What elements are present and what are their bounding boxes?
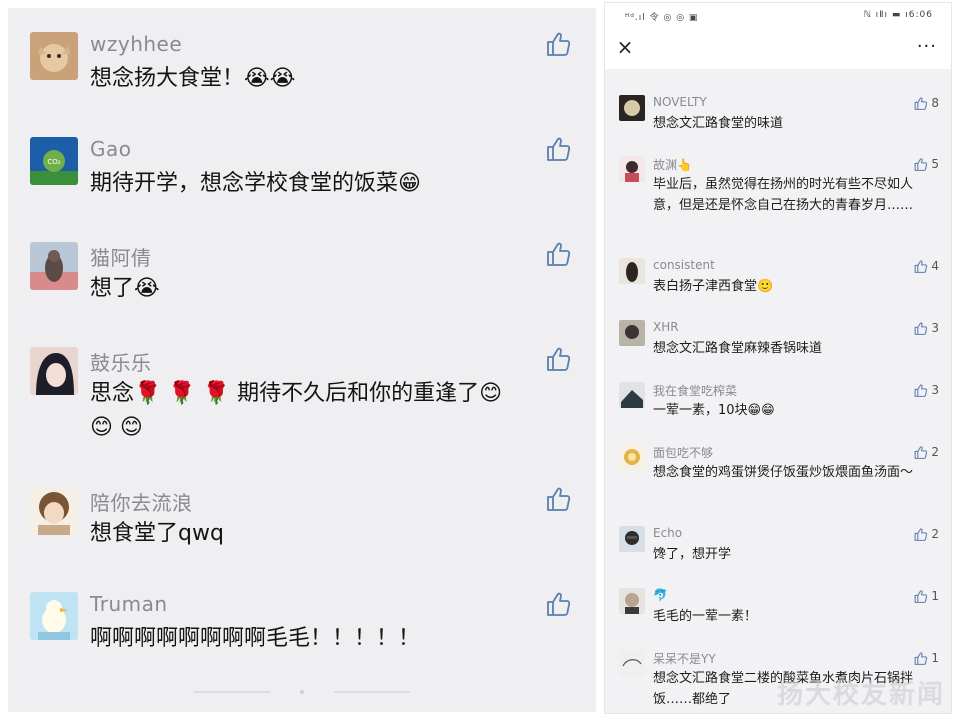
comment-text: 想念文汇路食堂的味道 [653,116,784,131]
like-button[interactable]: 2 [913,526,939,542]
thumbs-up-icon[interactable] [544,240,572,268]
like-button[interactable]: 1 [913,650,939,666]
avatar[interactable] [619,650,645,676]
avatar[interactable] [30,242,78,290]
comment-text-line: 思念🌹 🌹 🌹 期待不久后和你的重逢了😊 [90,381,503,406]
left-comment-panel: wzyhhee 想念扬大食堂！😭😭 CO₂ Gao 期待开学，想念学校食堂的饭菜… [8,8,596,712]
watermark: 扬大校友新闻 [776,680,945,710]
like-count: 2 [931,527,939,541]
like-count: 3 [931,321,939,335]
avatar[interactable] [619,258,645,284]
avatar[interactable] [619,444,645,470]
like-button[interactable]: 5 [913,156,939,172]
comment-text-line: 😊 😊 [90,415,143,440]
thumbs-up-icon[interactable] [544,485,572,513]
like-count: 3 [931,383,939,397]
like-button[interactable]: 3 [913,382,939,398]
comment-author[interactable]: Gao [90,137,132,161]
comment-author[interactable]: 陪你去流浪 [90,487,193,516]
comment-item: 鼓乐乐 思念🌹 🌹 🌹 期待不久后和你的重逢了😊 😊 😊 [8,329,596,469]
comment-text: 馋了，想开学 [653,547,732,562]
comment-author[interactable]: Echo [653,526,682,540]
comment-author[interactable]: NOVELTY [653,95,707,109]
avatar[interactable] [30,32,78,80]
nav-bar: × ··· [605,27,951,69]
thumbs-up-icon[interactable] [544,345,572,373]
like-button[interactable]: 1 [913,588,939,604]
like-button[interactable]: 8 [913,95,939,111]
page-indicator [8,690,596,694]
comment-author[interactable]: 🐬 [653,588,668,602]
avatar[interactable] [619,526,645,552]
comment-item: 猫阿倩 想了😭 [8,224,596,329]
page-indicator-bar [194,691,270,693]
thumbs-up-icon [914,445,928,459]
like-button[interactable]: 2 [913,444,939,460]
comment-author[interactable]: consistent [653,258,715,272]
comment-text: 一荤一素，10块😁😁 [653,403,775,418]
status-bar-left: ᴴᵈ.ıl 令 ◎ ◎ ▣ [625,13,699,23]
comment-text: 毛毛的一荤一素！ [653,609,758,624]
comment-author[interactable]: wzyhhee [90,32,182,56]
avatar[interactable] [30,487,78,535]
avatar[interactable] [30,592,78,640]
avatar[interactable] [619,156,645,182]
avatar[interactable] [619,588,645,614]
status-bar-right: ℕ ıⅡı ▬ ı6:06 [863,10,933,20]
comment-text: 啊啊啊啊啊啊啊啊毛毛！！！！！ [90,626,421,651]
comment-author[interactable]: 猫阿倩 [90,242,152,271]
comment-author[interactable]: 故渊👆 [653,156,692,173]
thumbs-up-icon [914,527,928,541]
comment-author[interactable]: 面包吃不够 [653,444,713,461]
avatar[interactable]: CO₂ [30,137,78,185]
comment-item: wzyhhee 想念扬大食堂！😭😭 [8,14,596,119]
comment-text: 期待开学，想念学校食堂的饭菜😁 [90,171,421,196]
close-icon[interactable]: × [613,35,637,59]
comment-item: CO₂ Gao 期待开学，想念学校食堂的饭菜😁 [8,119,596,224]
thumbs-up-icon [914,651,928,665]
thumbs-up-icon [914,96,928,110]
page-indicator-bar [334,691,410,693]
page-indicator-dot [300,690,304,694]
like-button[interactable]: 4 [913,258,939,274]
comment-text: 毕业后，虽然觉得在扬州的时光有些不尽如人意，但是还是怀念自己在扬大的青春岁月…… [653,177,914,213]
thumbs-up-icon[interactable] [544,135,572,163]
like-count: 4 [931,259,939,273]
comment-author[interactable]: Truman [90,592,168,616]
comment-item: Truman 啊啊啊啊啊啊啊啊毛毛！！！！！ [8,574,596,679]
comment-text: 想食堂了qwq [90,521,224,546]
avatar[interactable] [30,347,78,395]
comment-author[interactable]: 呆呆不是YY [653,650,716,667]
comment-text: 思念🌹 🌹 🌹 期待不久后和你的重逢了😊 😊 😊 [90,377,546,445]
like-count: 2 [931,445,939,459]
comment-text: 想念扬大食堂！😭😭 [90,66,296,91]
thumbs-up-icon [914,259,928,273]
thumbs-up-icon[interactable] [544,30,572,58]
thumbs-up-icon [914,157,928,171]
thumbs-up-icon [914,321,928,335]
like-count: 5 [931,157,939,171]
right-phone-screen: ᴴᵈ.ıl 令 ◎ ◎ ▣ ℕ ıⅡı ▬ ı6:06 × ··· NOVELT… [604,2,952,714]
svg-text:CO₂: CO₂ [47,158,60,166]
like-button[interactable]: 3 [913,320,939,336]
thumbs-up-icon[interactable] [544,590,572,618]
like-count: 8 [931,96,939,110]
comment-item: 陪你去流浪 想食堂了qwq [8,469,596,574]
thumbs-up-icon [914,589,928,603]
comment-text: 想念文汇路食堂麻辣香锅味道 [653,341,823,356]
comment-author[interactable]: 我在食堂吃榨菜 [653,382,737,399]
more-options-icon[interactable]: ··· [917,35,937,59]
thumbs-up-icon [914,383,928,397]
comment-author[interactable]: XHR [653,320,679,334]
comment-text: 想了😭 [90,276,160,301]
avatar[interactable] [619,382,645,408]
like-count: 1 [931,589,939,603]
comment-author[interactable]: 鼓乐乐 [90,347,152,376]
comment-text: 想念食堂的鸡蛋饼煲仔饭蛋炒饭煨面鱼汤面～ [653,465,914,480]
comment-text: 表白扬子津西食堂🙂 [653,279,774,294]
avatar[interactable] [619,320,645,346]
like-count: 1 [931,651,939,665]
status-bar: ᴴᵈ.ıl 令 ◎ ◎ ▣ ℕ ıⅡı ▬ ı6:06 [605,3,951,27]
avatar[interactable] [619,95,645,121]
